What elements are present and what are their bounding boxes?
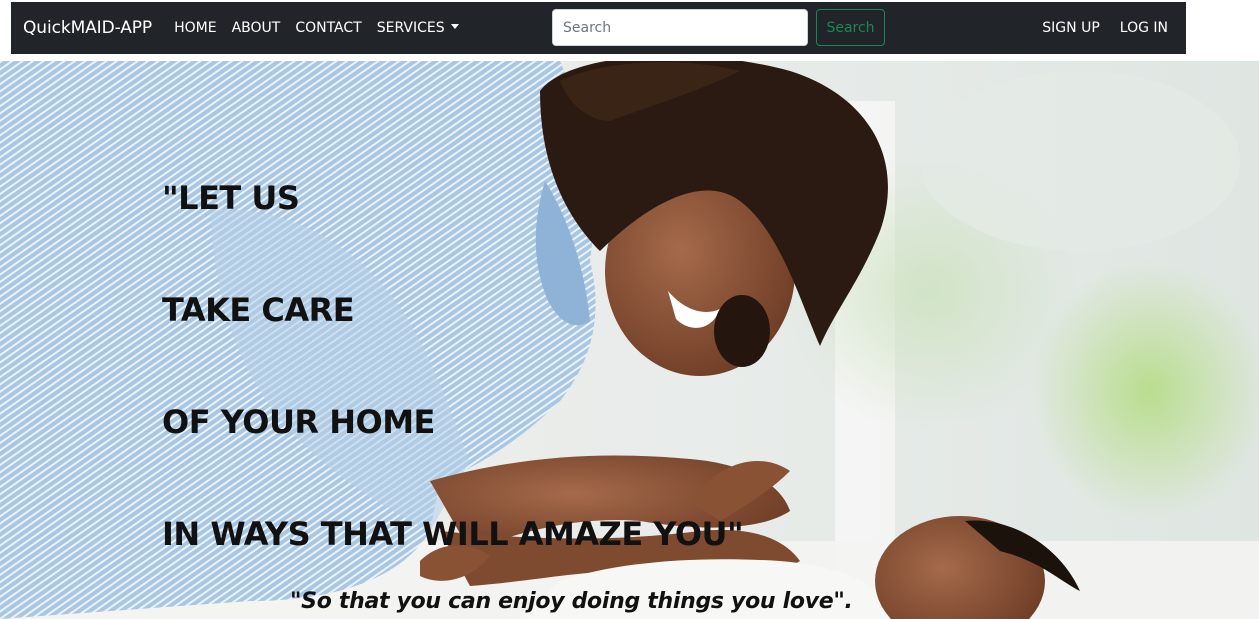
nav-services-dropdown[interactable]: SERVICES	[377, 20, 459, 36]
caret-down-icon	[450, 24, 459, 29]
nav-contact-link[interactable]: CONTACT	[295, 20, 361, 36]
auth-links: SIGN UP LOG IN	[1042, 2, 1168, 54]
nav-links: HOME ABOUT CONTACT SERVICES	[174, 20, 459, 36]
nav-home-link[interactable]: HOME	[174, 20, 216, 36]
nav-services-label: SERVICES	[376, 20, 445, 36]
hero-heading-line-3: OF YOUR HOME	[162, 403, 435, 441]
top-navbar: QuickMAID-APP HOME ABOUT CONTACT SERVICE…	[11, 2, 1186, 54]
hero-heading: "LET US TAKE CARE OF YOUR HOME IN WAYS T…	[162, 179, 744, 619]
hero-heading-line-2: TAKE CARE	[162, 291, 355, 329]
search-button[interactable]: Search	[816, 9, 885, 46]
search-form: Search	[552, 9, 885, 46]
hero-heading-line-1: "LET US	[162, 179, 300, 217]
hero-section: "LET US TAKE CARE OF YOUR HOME IN WAYS T…	[0, 61, 1259, 619]
log-in-link[interactable]: LOG IN	[1120, 20, 1168, 36]
search-input[interactable]	[552, 9, 808, 46]
sign-up-link[interactable]: SIGN UP	[1042, 20, 1099, 36]
brand-link[interactable]: QuickMAID-APP	[23, 18, 152, 38]
hero-heading-line-4: IN WAYS THAT WILL AMAZE YOU"	[162, 515, 744, 553]
hero-tagline: "So that you can enjoy doing things you …	[290, 589, 853, 614]
nav-about-link[interactable]: ABOUT	[232, 20, 281, 36]
